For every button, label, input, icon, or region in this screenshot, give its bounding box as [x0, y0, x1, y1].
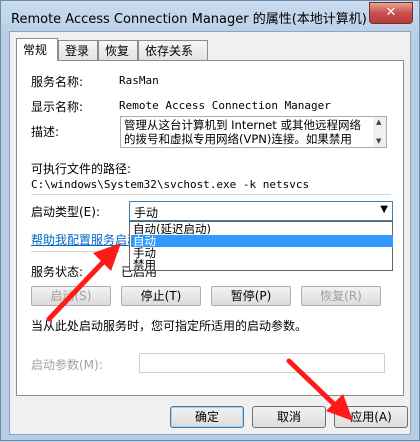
service-status-label: 服务状态:	[31, 265, 84, 279]
description-text: 管理从这台计算机到 Internet 或其他远程网络的拨号和虚拟专用网络(VPN…	[120, 116, 375, 148]
title-bar[interactable]: Remote Access Connection Manager 的属性(本地计…	[1, 1, 419, 31]
description-label: 描述:	[31, 125, 60, 139]
divider	[31, 251, 121, 252]
stop-button[interactable]: 停止(T)	[121, 286, 201, 306]
help-configure-link[interactable]: 帮助我配置服务启动	[31, 231, 139, 248]
display-name-label: 显示名称:	[31, 100, 84, 114]
properties-dialog: Remote Access Connection Manager 的属性(本地计…	[0, 0, 420, 441]
startup-option-auto-delayed[interactable]: 自动(延迟启动)	[131, 223, 393, 235]
scroll-up-icon[interactable]: ▲	[376, 118, 381, 126]
resume-button[interactable]: 恢复(R)	[301, 286, 381, 306]
display-name-value: Remote Access Connection Manager	[119, 99, 331, 112]
tab-recovery[interactable]: 恢复	[98, 40, 138, 60]
close-button[interactable]: ✕	[369, 2, 413, 24]
close-icon: ✕	[385, 5, 397, 20]
tab-dependencies[interactable]: 依存关系	[138, 40, 208, 60]
startup-type-value: 手动	[134, 206, 159, 220]
startup-option-manual[interactable]: 手动	[131, 247, 393, 259]
dialog-client-area: 常规 登录 恢复 依存关系 服务名称: RasMan 显示名称: Remote …	[9, 31, 411, 435]
scroll-down-icon[interactable]: ▼	[376, 137, 381, 145]
exec-path-value: C:\windows\System32\svchost.exe -k netsv…	[31, 178, 310, 191]
tab-logon[interactable]: 登录	[58, 40, 98, 60]
startup-option-disabled[interactable]: 禁用	[131, 259, 393, 271]
window-title: Remote Access Connection Manager 的属性(本地计…	[11, 12, 367, 27]
startup-type-dropdown: 自动(延迟启动) 自动 手动 禁用	[129, 221, 393, 271]
ok-button[interactable]: 确定	[170, 406, 244, 428]
startup-type-label: 启动类型(E):	[31, 205, 100, 219]
tab-general[interactable]: 常规	[16, 38, 58, 61]
divider	[31, 194, 391, 195]
tab-panel-general: 服务名称: RasMan 显示名称: Remote Access Connect…	[16, 60, 404, 396]
start-params-hint: 当从此处启动服务时，您可指定所适用的启动参数。	[31, 319, 308, 333]
apply-button[interactable]: 应用(A)	[334, 406, 408, 428]
startup-type-select[interactable]: 手动 ▼	[129, 201, 393, 221]
startup-option-auto[interactable]: 自动	[131, 235, 393, 247]
service-name-label: 服务名称:	[31, 75, 84, 89]
cancel-button[interactable]: 取消	[252, 406, 326, 428]
start-params-label: 启动参数(M):	[31, 358, 103, 372]
chevron-down-icon: ▼	[380, 204, 388, 215]
pause-button[interactable]: 暂停(P)	[211, 286, 291, 306]
service-name-value: RasMan	[119, 74, 159, 87]
exec-path-label: 可执行文件的路径:	[31, 162, 132, 176]
description-scrollbar[interactable]: ▲ ▼	[373, 116, 387, 148]
start-button[interactable]: 启动(S)	[31, 286, 111, 306]
start-params-input[interactable]	[139, 353, 385, 373]
